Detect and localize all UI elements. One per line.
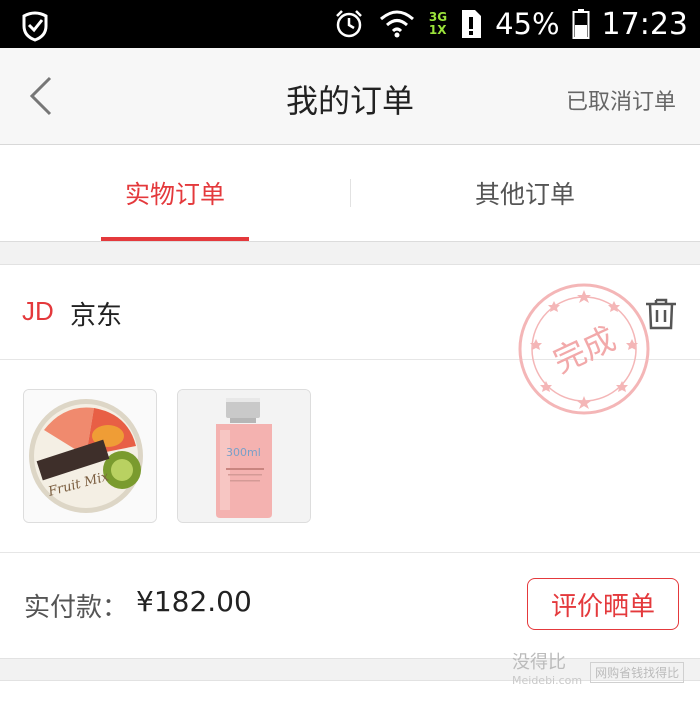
sim-alert-icon bbox=[462, 10, 482, 38]
shop-name: 京东 bbox=[70, 301, 123, 331]
order-card[interactable]: JD 京东 完成 Fruit Mix 300ml 实付款： ¥182.00 评价… bbox=[0, 264, 700, 659]
svg-text:300ml: 300ml bbox=[226, 446, 261, 459]
order-tabs: 实物订单 其他订单 bbox=[0, 145, 700, 242]
network-1x-label: 1X bbox=[428, 23, 447, 37]
payment-row: 实付款： ¥182.00 评价晒单 bbox=[0, 553, 700, 657]
active-tab-indicator bbox=[101, 237, 249, 241]
product-thumbnail[interactable]: 300ml bbox=[177, 389, 311, 523]
watermark-box: 网购省钱找得比 bbox=[590, 661, 685, 683]
alarm-icon bbox=[335, 10, 362, 38]
battery-icon bbox=[572, 9, 590, 39]
tab-other-orders[interactable]: 其他订单 bbox=[350, 145, 700, 241]
status-icons: 3G 1X 45% 17:23 bbox=[333, 0, 688, 48]
network-indicator: 3G 1X bbox=[429, 11, 447, 37]
cancelled-orders-link[interactable]: 已取消订单 bbox=[566, 84, 676, 116]
watermark-main: 没得比 bbox=[512, 652, 566, 673]
cream-jar-image: Fruit Mix bbox=[24, 390, 156, 522]
status-bar: 3G 1X 45% 17:23 bbox=[0, 0, 700, 48]
watermark-sub: Meidebi.com bbox=[512, 674, 583, 687]
payment-label: 实付款： bbox=[24, 593, 129, 623]
tab-physical-orders[interactable]: 实物订单 bbox=[0, 145, 350, 241]
battery-percentage: 45% bbox=[495, 7, 560, 41]
jd-logo: JD bbox=[22, 296, 54, 326]
navigation-bar: 我的订单 已取消订单 bbox=[0, 48, 700, 145]
watermark: 没得比 Meidebi.com 网购省钱找得比 bbox=[512, 652, 685, 690]
app-notification-icon bbox=[22, 11, 48, 42]
product-thumbnail[interactable]: Fruit Mix bbox=[23, 389, 157, 523]
product-thumbnails: Fruit Mix 300ml bbox=[0, 360, 700, 553]
review-button[interactable]: 评价晒单 bbox=[527, 578, 679, 630]
clock: 17:23 bbox=[601, 6, 688, 42]
toner-bottle-image: 300ml bbox=[178, 390, 310, 522]
wifi-icon bbox=[379, 10, 414, 38]
payment-amount: ¥182.00 bbox=[136, 585, 252, 618]
